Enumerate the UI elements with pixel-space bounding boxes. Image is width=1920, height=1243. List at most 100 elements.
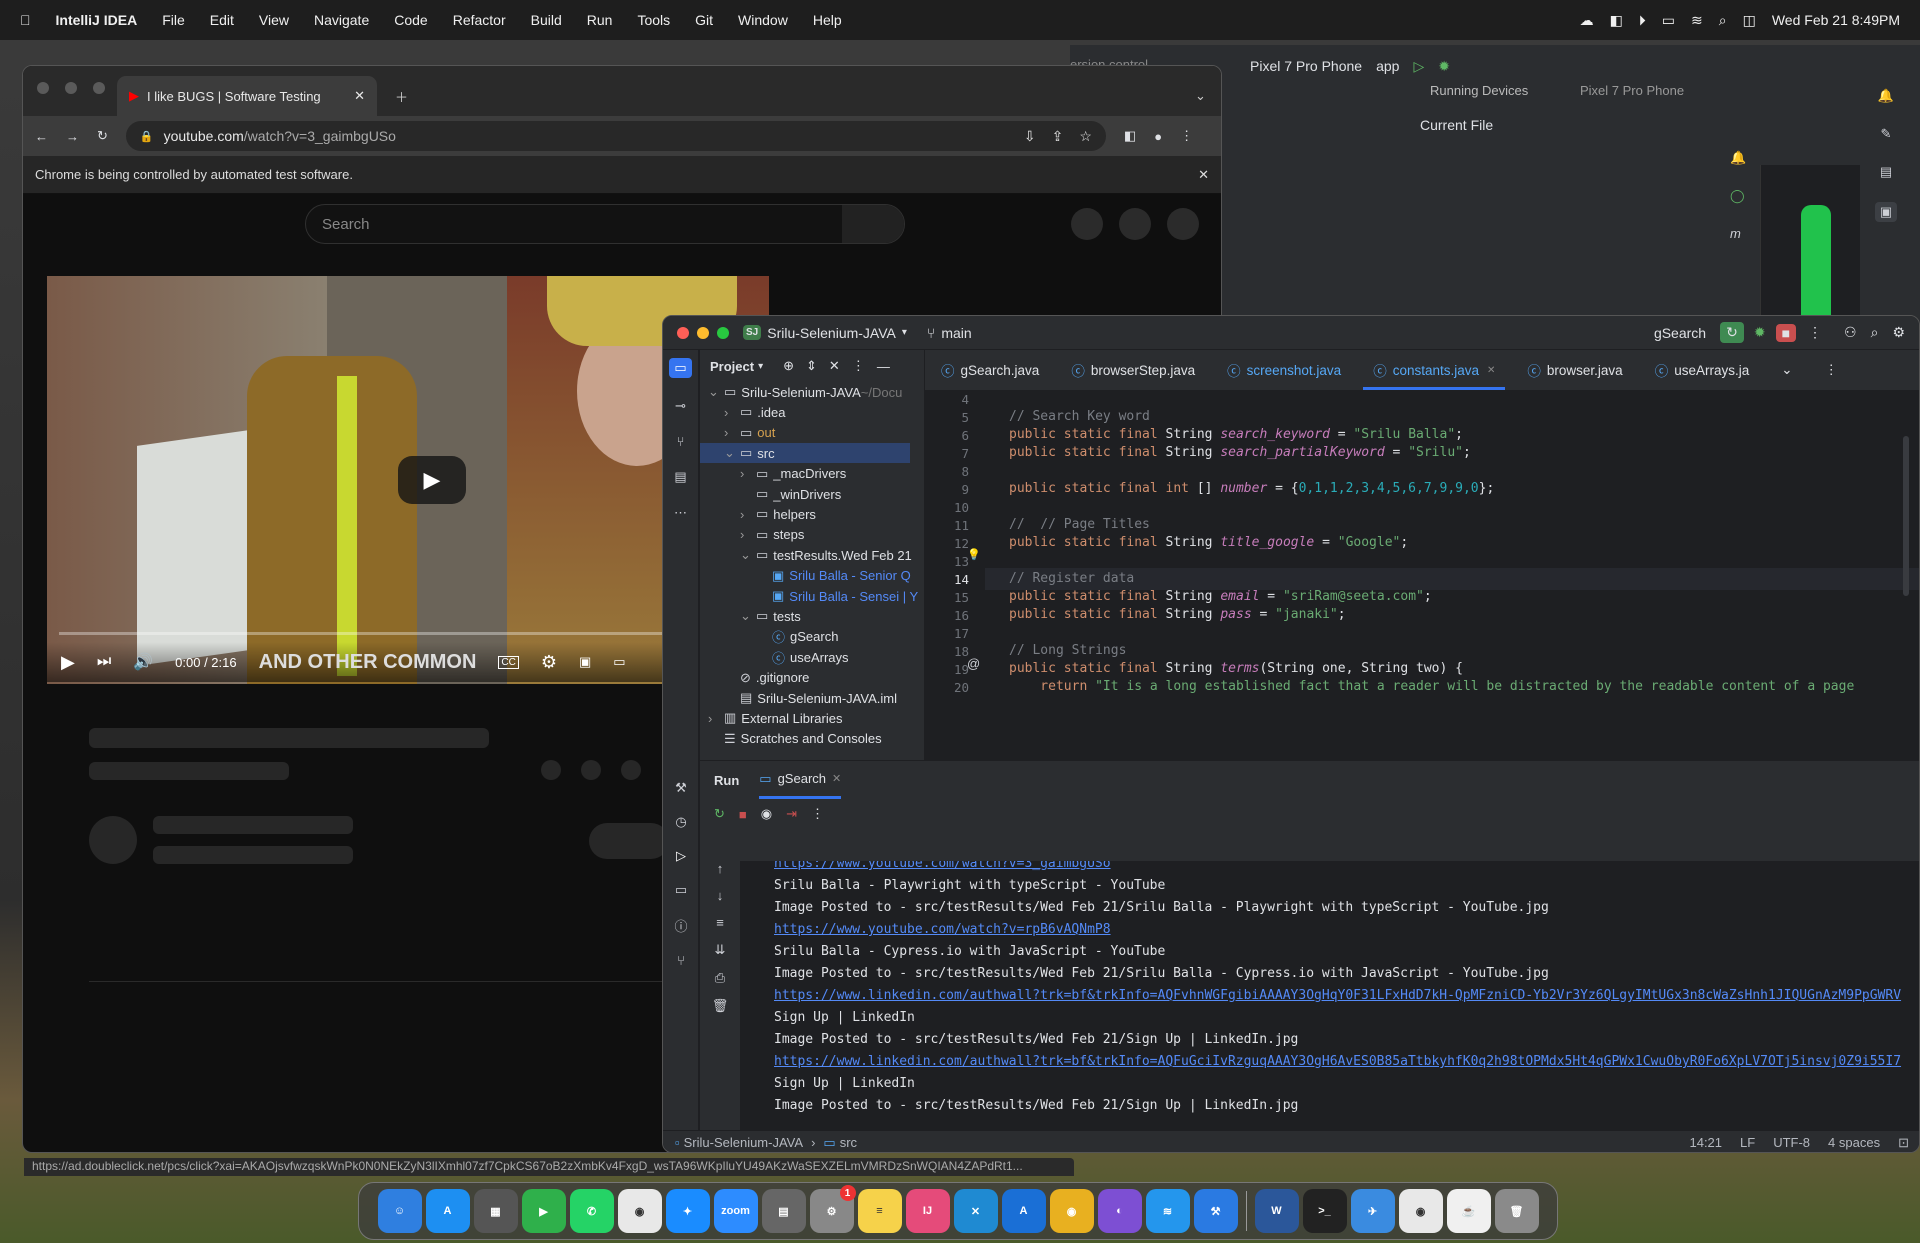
close-tab-icon[interactable]: ✕ [354, 88, 365, 104]
dock-preview-icon[interactable]: ✈ [1350, 1189, 1395, 1233]
youtube-search-button[interactable] [842, 205, 904, 243]
volume-icon[interactable]: 🔊 [133, 652, 153, 672]
device-manager-icon[interactable]: ▤ [1880, 164, 1892, 180]
editor-tab[interactable]: ⓒ useArrays.ja [1639, 350, 1766, 390]
stop-icon[interactable]: ■ [739, 807, 747, 822]
tree-row[interactable]: ⓒ useArrays [700, 647, 924, 667]
menu-refactor[interactable]: Refactor [453, 12, 506, 28]
notifications-icon[interactable]: 🔔 [1878, 88, 1894, 104]
editor-tab[interactable]: ⓒ screenshot.java [1211, 350, 1357, 390]
debug-icon[interactable]: ✹ [1438, 58, 1450, 75]
tree-row[interactable]: › ▥ External Libraries [700, 708, 924, 728]
menu-app-name[interactable]: IntelliJ IDEA [56, 12, 138, 28]
options-icon[interactable]: ⋮ [852, 358, 865, 374]
more-icon[interactable]: ⋮ [811, 806, 824, 822]
more-icon[interactable]: ⋮ [1808, 324, 1822, 341]
dock-xcode-icon[interactable]: ⚒ [1193, 1189, 1238, 1233]
line-separator[interactable]: LF [1740, 1135, 1755, 1151]
chevron-down-icon[interactable]: ⌄ [740, 608, 754, 624]
rerun-icon[interactable]: ↻ [1720, 322, 1744, 343]
play-button-large[interactable]: ▶ [398, 456, 466, 504]
focus-icon[interactable]: ◧ [1610, 12, 1623, 29]
lock-icon[interactable]: 🔒 [140, 130, 154, 143]
soft-wrap-icon[interactable]: ≡ [716, 915, 724, 930]
minimize-window-button[interactable] [65, 82, 77, 94]
cloud-icon[interactable]: ☁ [1580, 12, 1594, 29]
close-tab-icon[interactable]: ✕ [1487, 365, 1495, 376]
tree-row[interactable]: ⌄ ▭ tests [700, 606, 924, 626]
theater-icon[interactable]: ▭ [613, 654, 625, 670]
dock-word-icon[interactable]: W [1254, 1189, 1299, 1233]
breadcrumb-project[interactable]: Srilu-Selenium-JAVA [684, 1135, 803, 1150]
up-arrow-icon[interactable]: ↑ [717, 861, 724, 876]
wifi-icon[interactable]: ≋ [1691, 12, 1703, 29]
close-window-button[interactable] [37, 82, 49, 94]
menu-window[interactable]: Window [738, 12, 788, 28]
chevron-right-icon[interactable]: › [740, 507, 754, 522]
menu-navigate[interactable]: Navigate [314, 12, 369, 28]
tree-row[interactable]: › ▭ helpers [700, 504, 924, 524]
lock-icon[interactable]: ⊡ [1898, 1135, 1909, 1151]
tree-row[interactable]: ▣ Srilu Balla - Senior Q [700, 566, 924, 586]
dock-zoom-icon[interactable]: zoom [713, 1189, 758, 1233]
dock-system-settings-icon[interactable]: ⚙ 1 [809, 1185, 856, 1233]
build-icon[interactable]: ⚒ [675, 780, 687, 796]
install-icon[interactable]: ⇩ [1024, 128, 1036, 145]
run-tool-icon[interactable]: ▷ [676, 848, 686, 864]
chevron-right-icon[interactable]: › [724, 405, 738, 420]
settings-icon[interactable]: ⚙ [541, 652, 557, 673]
file-encoding[interactable]: UTF-8 [1773, 1135, 1810, 1151]
spotlight-icon[interactable]: ⌕ [1719, 12, 1727, 29]
menu-build[interactable]: Build [531, 12, 562, 28]
breadcrumb-src[interactable]: src [840, 1135, 857, 1150]
indent-setting[interactable]: 4 spaces [1828, 1135, 1880, 1151]
dock-chrome-2-icon[interactable]: ◉ [1398, 1189, 1443, 1233]
console-link[interactable]: https://www.linkedin.com/authwall?trk=bf… [774, 1051, 1901, 1073]
tree-row[interactable]: ▭ _winDrivers [700, 484, 924, 504]
close-infobar-icon[interactable]: ✕ [1198, 167, 1209, 183]
notifications-icon[interactable] [1119, 208, 1151, 240]
dock-intellij-icon[interactable]: IJ [905, 1189, 950, 1233]
maven-icon[interactable]: m [1730, 226, 1746, 241]
console-link[interactable]: https://www.linkedin.com/authwall?trk=bf… [774, 985, 1901, 1007]
zoom-window-button[interactable] [717, 326, 729, 339]
menu-git[interactable]: Git [695, 12, 713, 28]
dock-notes-app-icon[interactable]: ▤ [761, 1189, 806, 1233]
back-icon[interactable]: ← [35, 129, 48, 144]
dock-java-icon[interactable]: ☕ [1446, 1189, 1491, 1233]
next-icon[interactable]: ⏭ [97, 653, 111, 671]
dock-trash-icon[interactable]: 🗑 [1494, 1189, 1539, 1233]
editor-tab[interactable]: ⓒ browser.java [1511, 350, 1638, 390]
exit-icon[interactable]: ⇥ [786, 806, 797, 822]
bookmark-star-icon[interactable]: ☆ [1079, 128, 1092, 145]
services-icon[interactable]: ◷ [675, 814, 686, 830]
caret-position[interactable]: 14:21 [1689, 1135, 1722, 1151]
forward-icon[interactable]: → [66, 129, 79, 144]
dock-facetime-icon[interactable]: ▶ [521, 1189, 566, 1233]
chevron-right-icon[interactable]: › [708, 711, 722, 726]
chevron-down-icon[interactable]: ⌄ [708, 384, 722, 400]
run-icon[interactable]: ▷ [1413, 58, 1424, 75]
structure-icon[interactable]: ▤ [674, 469, 686, 485]
dock-app-store-icon[interactable]: A [425, 1189, 470, 1233]
menu-code[interactable]: Code [394, 12, 427, 28]
tree-row[interactable]: ⌄ ▭ testResults.Wed Feb 21 [700, 545, 924, 565]
project-switcher[interactable]: Srilu-Selenium-JAVA [767, 325, 896, 341]
tree-row[interactable]: › ▭ steps [700, 525, 924, 545]
cc-icon[interactable]: CC [498, 655, 519, 669]
rerun-icon[interactable]: ↻ [714, 806, 725, 822]
project-panel-title[interactable]: Project [710, 359, 754, 374]
run-tab[interactable]: ▭ gSearch ✕ [759, 761, 842, 799]
close-window-button[interactable] [677, 326, 689, 339]
tab-more-icon[interactable]: ⋮ [1809, 350, 1855, 390]
notifications-icon[interactable]: 🔔 [1730, 150, 1746, 166]
tree-row[interactable]: › ▭ _macDrivers [700, 464, 924, 484]
tree-row[interactable]: ⊘ .gitignore [700, 668, 924, 688]
dock-xcode-instruments-icon[interactable]: A [1001, 1189, 1046, 1233]
hide-icon[interactable]: — [877, 359, 890, 374]
create-icon[interactable] [1071, 208, 1103, 240]
console-link[interactable]: https://www.youtube.com/watch?v=rpB6vAQN… [774, 919, 1111, 941]
debug-icon[interactable]: ✹ [1754, 324, 1766, 341]
editor-scrollbar[interactable] [1903, 436, 1909, 596]
editor-tab[interactable]: ⓒ constants.java ✕ [1357, 350, 1511, 390]
